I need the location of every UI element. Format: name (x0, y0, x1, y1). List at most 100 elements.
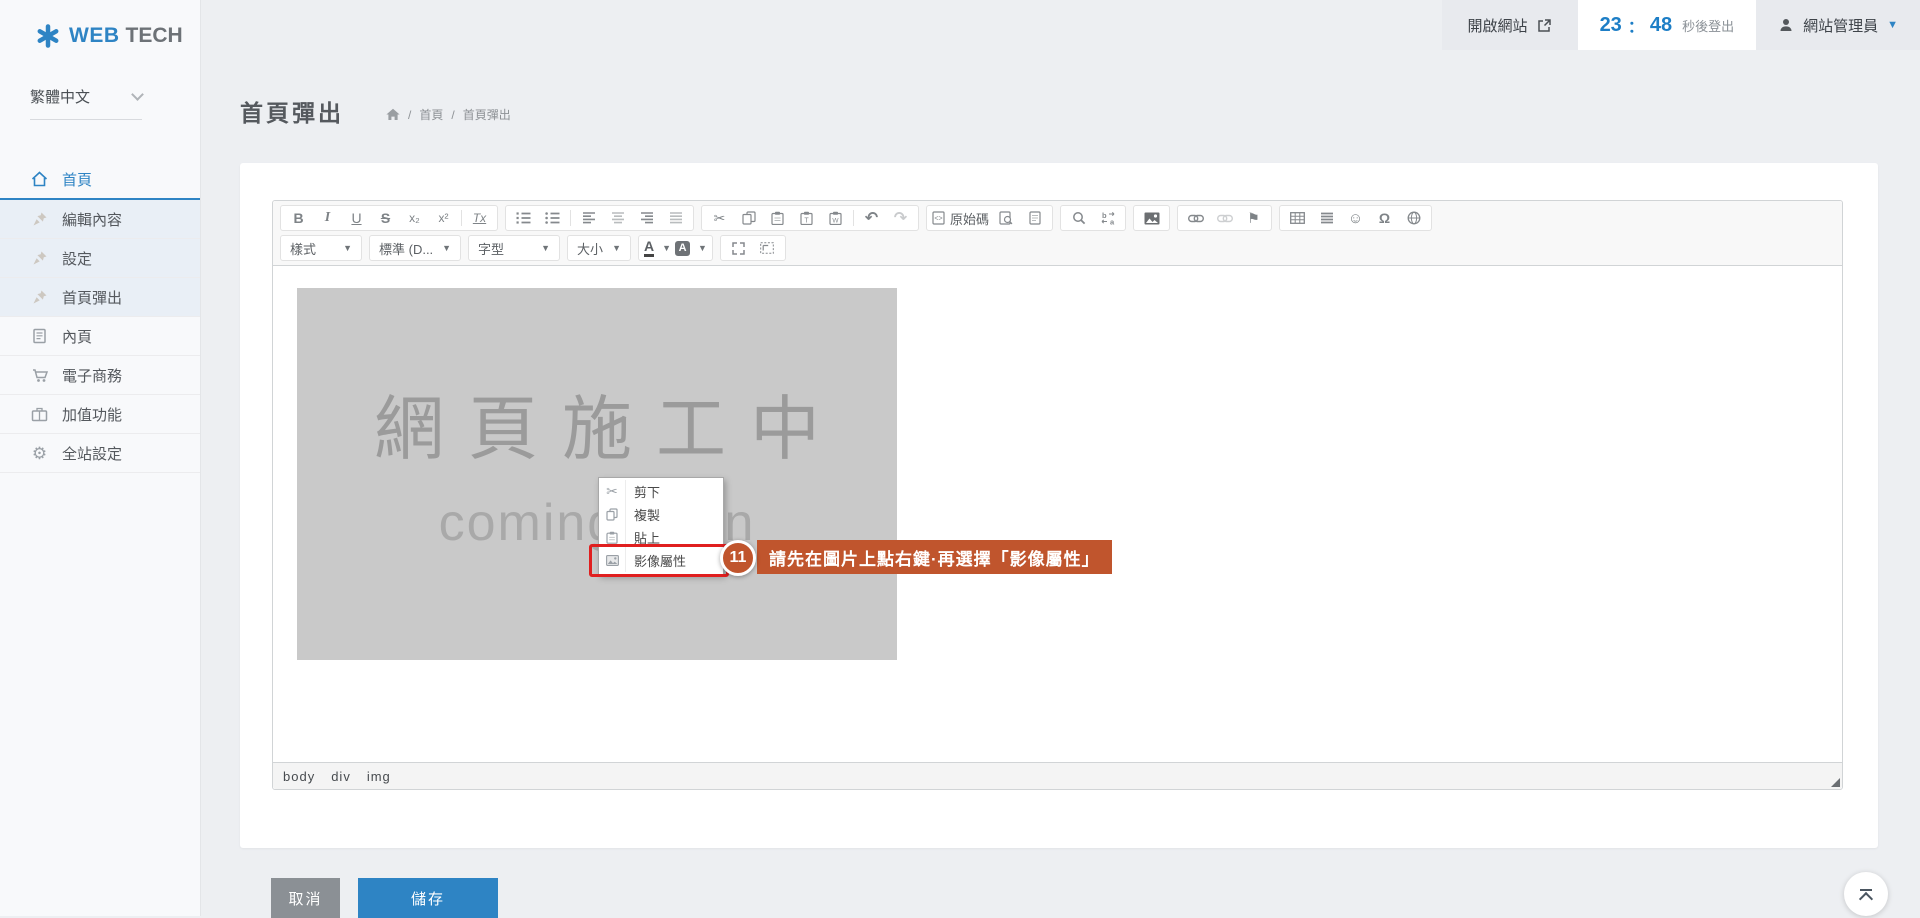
context-menu-item-image-properties[interactable]: 影像屬性 (599, 549, 723, 572)
bold-button[interactable] (284, 207, 313, 229)
undo-button[interactable] (857, 207, 886, 229)
paste-icon (599, 526, 626, 549)
context-menu-item-cut[interactable]: 剪下 (599, 480, 723, 503)
templates-button[interactable] (1020, 207, 1049, 229)
toolbar-row-2: 樣式 ▼ 標準 (D... ▼ 字型 ▼ 大小 ▼ (280, 235, 1835, 261)
breadcrumb: / 首頁 / 首頁彈出 (386, 106, 511, 123)
subscript-button[interactable] (400, 207, 429, 229)
smiley-button[interactable] (1341, 207, 1370, 229)
remove-format-button[interactable] (465, 207, 494, 229)
step-badge: 11 (720, 540, 756, 576)
home-icon (30, 170, 49, 188)
pin-icon (30, 289, 49, 305)
format-label: 標準 (D... (379, 239, 433, 258)
bulleted-list-button[interactable] (538, 207, 567, 229)
user-menu[interactable]: 網站管理員 ▼ (1756, 0, 1920, 50)
caret-down-icon: ▼ (662, 243, 671, 253)
source-button[interactable]: <> 原始碼 (930, 207, 991, 229)
save-button[interactable]: 儲存 (358, 878, 498, 918)
cancel-button[interactable]: 取消 (271, 878, 340, 918)
timer-colon: ： (1628, 13, 1644, 37)
maximize-button[interactable] (724, 237, 753, 259)
element-path-div[interactable]: div (331, 769, 351, 784)
find-button[interactable] (1064, 207, 1093, 229)
caret-down-icon: ▼ (442, 243, 451, 253)
styles-select[interactable]: 樣式 ▼ (280, 235, 362, 261)
user-name: 網站管理員 (1803, 15, 1878, 36)
svg-text:<>: <> (934, 216, 942, 223)
element-path-body[interactable]: body (283, 769, 315, 784)
cut-button[interactable] (705, 207, 734, 229)
resize-handle[interactable] (1831, 778, 1840, 787)
redo-button[interactable] (886, 207, 915, 229)
iframe-globe-button[interactable] (1399, 207, 1428, 229)
replace-button[interactable]: ba (1093, 207, 1122, 229)
sidebar-nav: 首頁 編輯內容 設定 首頁彈出 (0, 160, 200, 473)
copy-button[interactable] (734, 207, 763, 229)
show-blocks-button[interactable] (753, 237, 782, 259)
breadcrumb-link-home[interactable]: 首頁 (419, 106, 443, 123)
unlink-button[interactable] (1210, 207, 1239, 229)
svg-text:W: W (832, 218, 839, 225)
table-button[interactable] (1283, 207, 1312, 229)
italic-button[interactable] (313, 207, 342, 229)
sidebar-item-home[interactable]: 首頁 (0, 160, 200, 200)
context-menu-item-copy[interactable]: 複製 (599, 503, 723, 526)
breadcrumb-separator: / (408, 108, 411, 122)
open-site-button[interactable]: 開啟網站 (1442, 0, 1578, 50)
language-selector[interactable]: 繁體中文 (30, 86, 142, 120)
font-select[interactable]: 字型 ▼ (468, 235, 560, 261)
underline-button[interactable] (342, 207, 371, 229)
align-left-button[interactable] (574, 207, 603, 229)
numbered-list-button[interactable] (509, 207, 538, 229)
sidebar-item-site-settings[interactable]: 全站設定 (0, 434, 200, 473)
breadcrumb-home-icon[interactable] (386, 108, 400, 121)
superscript-button[interactable] (429, 207, 458, 229)
image-button[interactable] (1137, 207, 1166, 229)
format-select[interactable]: 標準 (D... ▼ (369, 235, 461, 261)
editor-content-area[interactable]: 網頁施工中 coming soon 剪下 複製 (273, 266, 1842, 762)
sidebar-item-settings[interactable]: 設定 (0, 239, 200, 278)
svg-text:T: T (804, 218, 809, 225)
paste-text-button[interactable]: T (792, 207, 821, 229)
chevron-down-icon (131, 88, 144, 101)
toolbar-group-lists-align (505, 205, 694, 231)
sidebar-item-ecommerce[interactable]: 電子商務 (0, 356, 200, 395)
timer-minutes: 23 (1600, 14, 1622, 37)
sidebar-item-inner-pages[interactable]: 內頁 (0, 317, 200, 356)
link-button[interactable] (1181, 207, 1210, 229)
styles-label: 樣式 (290, 239, 316, 258)
placeholder-image[interactable]: 網頁施工中 coming soon (297, 288, 897, 660)
anchor-icon[interactable] (1239, 207, 1268, 229)
cut-icon (599, 480, 626, 503)
placeholder-text-cn: 網頁施工中 (350, 394, 844, 464)
toolbar-group-colors: ▼ ▼ (638, 235, 713, 261)
toolbar-group-links (1177, 205, 1272, 231)
special-char-button[interactable] (1370, 207, 1399, 229)
sidebar-item-addons[interactable]: 加值功能 (0, 395, 200, 434)
preview-button[interactable] (991, 207, 1020, 229)
text-color-button[interactable]: ▼ (642, 237, 673, 259)
toolbar-separator (570, 210, 571, 226)
horizontal-rule-button[interactable] (1312, 207, 1341, 229)
align-right-button[interactable] (632, 207, 661, 229)
background-color-button[interactable]: ▼ (673, 237, 709, 259)
context-menu-item-paste[interactable]: 貼上 (599, 526, 723, 549)
sidebar-item-home-popup[interactable]: 首頁彈出 (0, 278, 200, 317)
scroll-to-top-button[interactable] (1844, 872, 1888, 916)
sidebar-item-label: 設定 (62, 248, 92, 269)
align-justify-button[interactable] (661, 207, 690, 229)
document-icon (30, 328, 49, 344)
align-center-button[interactable] (603, 207, 632, 229)
sidebar-item-edit-content[interactable]: 編輯內容 (0, 200, 200, 239)
svg-text:a: a (1110, 218, 1115, 226)
paste-word-button[interactable]: W (821, 207, 850, 229)
strikethrough-button[interactable] (371, 207, 400, 229)
gear-icon (30, 445, 49, 462)
user-icon (1778, 17, 1794, 33)
element-path-img[interactable]: img (367, 769, 391, 784)
size-label: 大小 (577, 239, 603, 258)
size-select[interactable]: 大小 ▼ (567, 235, 631, 261)
paste-button[interactable] (763, 207, 792, 229)
copy-icon (599, 503, 626, 526)
